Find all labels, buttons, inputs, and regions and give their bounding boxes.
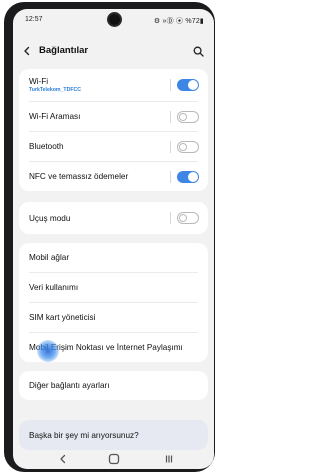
nfc-toggle[interactable]	[177, 170, 199, 183]
airplane-mode-toggle[interactable]	[177, 212, 199, 224]
nav-back-button[interactable]	[55, 452, 71, 466]
toggle-knob	[179, 112, 187, 121]
header: Bağlantılar	[13, 35, 214, 67]
list-item-bluetooth[interactable]: Bluetooth	[19, 132, 208, 161]
list-item-wifi[interactable]: Wi-Fi TurkTelekom_TDFCC	[19, 69, 208, 101]
sim-manager-title: SIM kart yöneticisi	[29, 313, 96, 322]
toggle-knob	[188, 171, 198, 182]
status-bar: 12:57 ⚙ »Ⓓ ⦿ %72▮	[13, 9, 214, 31]
settings-card-airplane: Uçuş modu	[19, 202, 208, 234]
divider	[170, 212, 171, 224]
list-item-data-usage[interactable]: Veri kullanımı	[19, 273, 208, 302]
home-icon	[108, 453, 120, 465]
divider	[170, 110, 171, 123]
settings-card-more: Diğer bağlantı ayarları	[19, 371, 208, 400]
chevron-left-icon	[24, 46, 30, 56]
toggle-knob	[179, 214, 187, 222]
phone-frame: 12:57 ⚙ »Ⓓ ⦿ %72▮ Bağlantılar Wi-Fi Turk…	[4, 2, 215, 472]
suggestion-label: Başka bir şey mi arıyorsunuz?	[29, 430, 139, 440]
list-item-mobile-networks[interactable]: Mobil ağlar	[19, 243, 208, 272]
wifi-toggle[interactable]	[177, 79, 199, 91]
nav-home-button[interactable]	[105, 452, 123, 466]
divider	[170, 170, 171, 183]
toggle-knob	[188, 80, 198, 90]
list-item-more-connection-settings[interactable]: Diğer bağlantı ayarları	[19, 371, 208, 400]
list-item-sim-manager[interactable]: SIM kart yöneticisi	[19, 303, 208, 332]
navigation-bar	[13, 449, 214, 469]
data-usage-title: Veri kullanımı	[29, 283, 79, 292]
back-button[interactable]	[19, 43, 35, 59]
toggle-knob	[179, 142, 187, 151]
search-button[interactable]	[190, 43, 206, 59]
mobile-networks-title: Mobil ağlar	[29, 253, 70, 262]
chevron-left-icon	[60, 454, 66, 464]
suggestion-card[interactable]: Başka bir şey mi arıyorsunuz?	[19, 420, 208, 450]
search-icon	[193, 46, 204, 57]
bluetooth-toggle[interactable]	[177, 140, 199, 153]
settings-card-wireless: Wi-Fi TurkTelekom_TDFCC Wi-Fi Araması Bl…	[19, 69, 208, 191]
screen: 12:57 ⚙ »Ⓓ ⦿ %72▮ Bağlantılar Wi-Fi Turk…	[13, 9, 214, 469]
touch-indicator	[37, 340, 59, 362]
wifi-calling-toggle[interactable]	[177, 110, 199, 123]
status-time: 12:57	[25, 16, 43, 23]
divider	[170, 79, 171, 91]
list-item-airplane-mode[interactable]: Uçuş modu	[19, 202, 208, 234]
list-item-wifi-calling[interactable]: Wi-Fi Araması	[19, 102, 208, 131]
more-connection-settings-title: Diğer bağlantı ayarları	[29, 381, 110, 390]
status-indicators: ⚙ »Ⓓ ⦿ %72▮	[153, 18, 204, 25]
nav-recents-button[interactable]	[161, 452, 177, 466]
list-item-nfc[interactable]: NFC ve temassız ödemeler	[19, 162, 208, 191]
recents-icon	[165, 455, 173, 463]
page-title: Bağlantılar	[39, 45, 89, 56]
front-camera	[109, 14, 120, 25]
divider	[170, 140, 171, 153]
